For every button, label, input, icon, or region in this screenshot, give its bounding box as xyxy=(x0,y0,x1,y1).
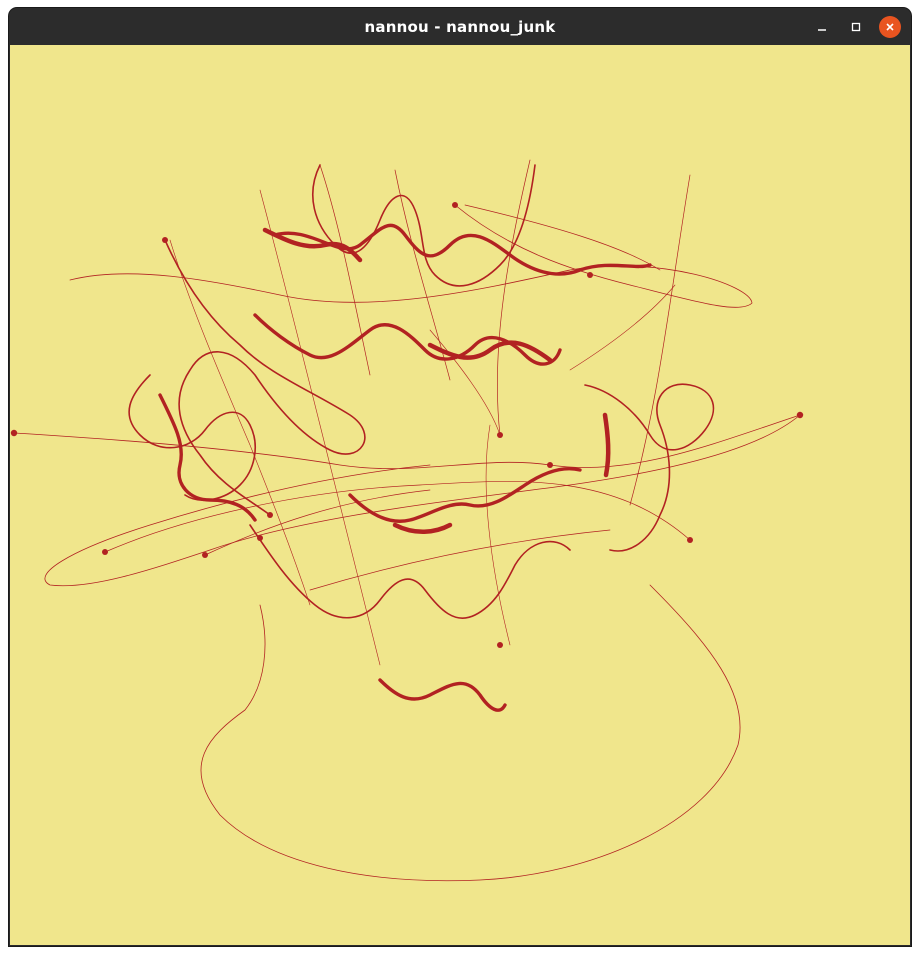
window-controls xyxy=(811,8,901,45)
minimize-button[interactable] xyxy=(811,16,833,38)
drawing-canvas[interactable] xyxy=(10,45,910,945)
medium-scribble-4 xyxy=(249,524,571,619)
heavy-strand-3 xyxy=(602,412,611,478)
endpoint-dots xyxy=(10,202,804,648)
maximize-icon xyxy=(851,22,861,31)
heavy-strand-4 xyxy=(392,522,453,534)
medium-scribble-3 xyxy=(584,383,715,552)
close-button[interactable] xyxy=(879,15,901,38)
app-window: nannou - nannou_junk xyxy=(9,8,911,946)
window-title: nannou - nannou_junk xyxy=(364,17,556,36)
title-bar[interactable]: nannou - nannou_junk xyxy=(9,8,911,45)
thin-loop-left xyxy=(13,414,801,587)
heavy-strand-1 xyxy=(262,227,363,263)
medium-scribble-5 xyxy=(128,374,256,501)
minimize-icon xyxy=(818,28,826,31)
scribble-drawing xyxy=(10,159,804,882)
thin-loop-bottom xyxy=(200,584,741,882)
close-icon xyxy=(886,22,894,31)
thin-mesh xyxy=(169,189,676,666)
medium-scribble-1 xyxy=(164,239,366,516)
maximize-button[interactable] xyxy=(845,16,867,38)
medium-scribble-2 xyxy=(312,164,536,287)
